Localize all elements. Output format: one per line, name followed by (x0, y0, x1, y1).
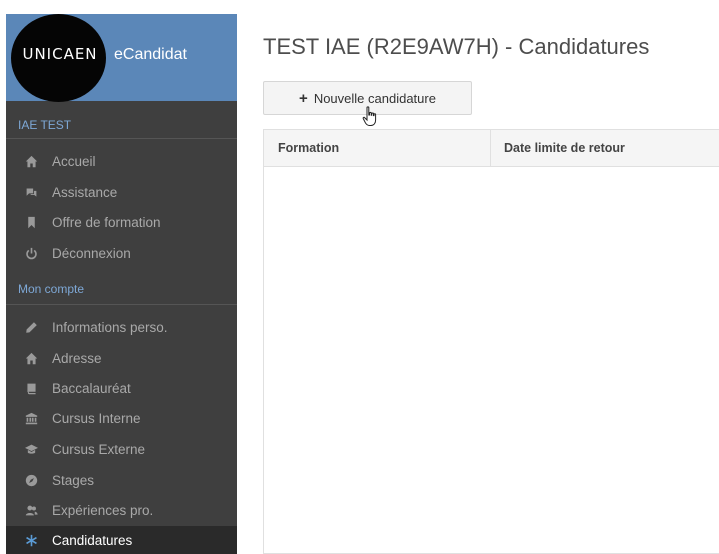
new-application-label: Nouvelle candidature (313, 90, 436, 106)
sidebar-item-label: Stages (52, 472, 95, 488)
bookmark-icon (24, 215, 38, 229)
logo-text: UNICAEN (22, 45, 98, 63)
sidebar-item-label: Candidatures (52, 532, 133, 548)
graduation-cap-icon (24, 442, 38, 456)
app-title[interactable]: eCandidat (114, 46, 187, 64)
section-divider (6, 138, 237, 139)
home-icon (24, 154, 38, 168)
support-icon (24, 185, 38, 199)
sidebar-item-deconnexion[interactable]: Déconnexion (6, 239, 237, 267)
book-icon (24, 381, 38, 395)
sidebar-item-cursus-interne[interactable]: Cursus Interne (6, 404, 237, 432)
sidebar-item-cursus-externe[interactable]: Cursus Externe (6, 435, 237, 463)
home-icon (24, 351, 38, 365)
sidebar-item-candidatures[interactable]: Candidatures (6, 526, 237, 554)
sidebar-item-offre-formation[interactable]: Offre de formation (6, 208, 237, 236)
power-icon (24, 246, 38, 260)
institution-icon (24, 411, 38, 425)
sidebar-item-label: Accueil (52, 153, 96, 169)
column-header-date-limite[interactable]: Date limite de retour (504, 130, 625, 167)
section-label-mon-compte: Mon compte (18, 282, 85, 296)
sidebar-item-label: Offre de formation (52, 214, 161, 230)
sidebar-item-label: Cursus Interne (52, 410, 141, 426)
asterisk-icon (24, 533, 38, 547)
sidebar-item-informations-perso[interactable]: Informations perso. (6, 313, 237, 341)
sidebar-header: UNICAEN eCandidat (6, 14, 237, 102)
column-header-formation[interactable]: Formation (278, 130, 339, 167)
sidebar-item-experiences-pro[interactable]: Expériences pro. (6, 496, 237, 524)
sidebar-item-label: Adresse (52, 350, 102, 366)
sidebar-item-label: Déconnexion (52, 245, 131, 261)
sidebar-item-accueil[interactable]: Accueil (6, 147, 237, 175)
sidebar-item-label: Cursus Externe (52, 441, 146, 457)
sidebar-item-stages[interactable]: Stages (6, 466, 237, 494)
sidebar-item-label: Informations perso. (52, 319, 168, 335)
hand-cursor-icon (362, 106, 377, 126)
applications-table: Formation Date limite de retour (263, 129, 719, 554)
sidebar-item-label: Assistance (52, 184, 118, 200)
sidebar-item-label: Expériences pro. (52, 502, 154, 518)
compass-icon (24, 473, 38, 487)
users-icon (24, 503, 38, 517)
sidebar-item-assistance[interactable]: Assistance (6, 178, 237, 206)
sidebar-item-label: Baccalauréat (52, 380, 131, 396)
page-title: TEST IAE (R2E9AW7H) - Candidatures (263, 34, 650, 59)
sidebar-item-baccalaureat[interactable]: Baccalauréat (6, 374, 237, 402)
sidebar-item-adresse[interactable]: Adresse (6, 344, 237, 372)
table-header: Formation Date limite de retour (264, 130, 719, 167)
pencil-icon (24, 320, 38, 334)
sidebar: UNICAEN eCandidat IAE TEST Accueil Assis… (6, 14, 237, 554)
section-divider (6, 304, 237, 305)
plus-icon: + (299, 89, 308, 107)
column-divider (490, 130, 491, 167)
section-label-iae: IAE TEST (18, 118, 72, 132)
university-logo[interactable]: UNICAEN (11, 14, 106, 102)
